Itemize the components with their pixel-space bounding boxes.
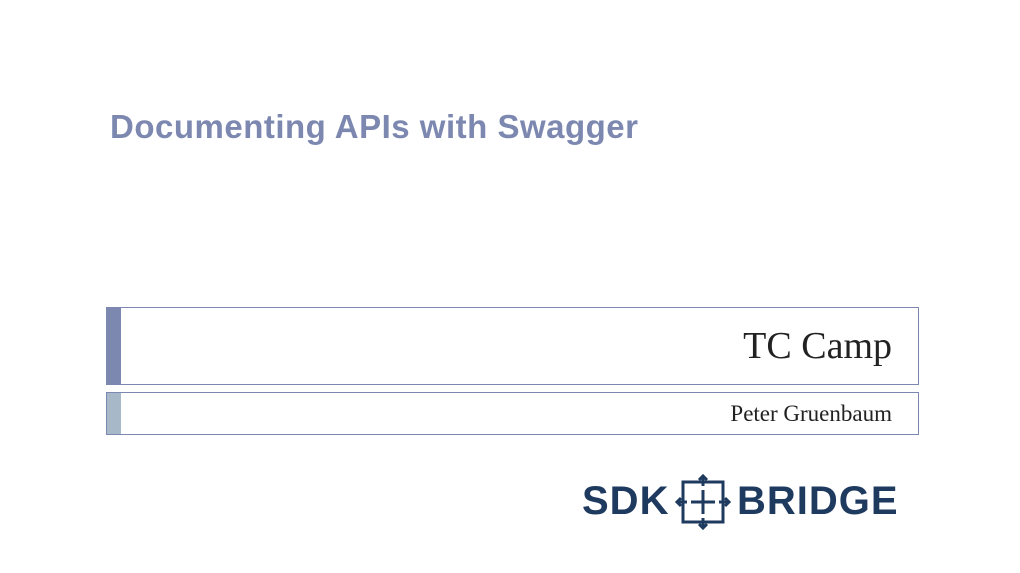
sdk-bridge-logo: SDK BRIDGE: [582, 470, 922, 534]
main-heading: TC Camp: [121, 308, 918, 384]
subtitle-box: Peter Gruenbaum: [106, 392, 919, 435]
svg-text:SDK: SDK: [582, 479, 669, 523]
slide-title: Documenting APIs with Swagger: [110, 108, 639, 146]
svg-text:BRIDGE: BRIDGE: [737, 479, 899, 523]
title-accent-bar: [107, 308, 121, 384]
subtitle-accent-bar: [107, 393, 121, 434]
title-box: TC Camp: [106, 307, 919, 385]
subtitle-text: Peter Gruenbaum: [121, 393, 918, 434]
